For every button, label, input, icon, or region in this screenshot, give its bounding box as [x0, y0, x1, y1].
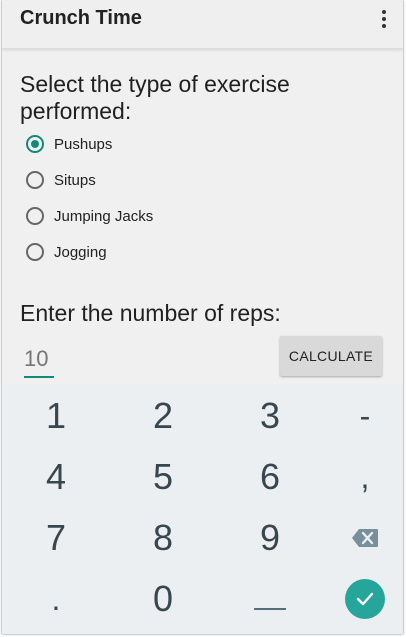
- key-comma[interactable]: ,: [315, 447, 403, 507]
- radio-label: Jogging: [54, 243, 107, 261]
- key-9[interactable]: 9: [220, 508, 320, 568]
- radio-option-jumping-jacks[interactable]: Jumping Jacks: [26, 201, 153, 231]
- key-6[interactable]: 6: [220, 447, 320, 507]
- reps-input[interactable]: [24, 342, 54, 378]
- radio-label: Jumping Jacks: [54, 207, 154, 225]
- app-bar: Crunch Time: [2, 0, 403, 49]
- backspace-key[interactable]: [315, 508, 403, 568]
- radio-label: Situps: [54, 171, 96, 189]
- reps-prompt: Enter the number of reps:: [20, 300, 281, 326]
- space-bar-icon: [254, 608, 286, 610]
- overflow-menu-icon[interactable]: [381, 10, 387, 34]
- key-0[interactable]: 0: [113, 569, 213, 629]
- key-5[interactable]: 5: [113, 447, 213, 507]
- key-2[interactable]: 2: [113, 386, 213, 446]
- key-3[interactable]: 3: [220, 386, 320, 446]
- key-4[interactable]: 4: [6, 447, 106, 507]
- radio-button[interactable]: [26, 207, 44, 225]
- key-8[interactable]: 8: [113, 508, 213, 568]
- radio-label: Pushups: [54, 135, 113, 153]
- app-title: Crunch Time: [20, 7, 142, 29]
- key-7[interactable]: 7: [6, 508, 106, 568]
- space-key[interactable]: [220, 569, 320, 629]
- key-1[interactable]: 1: [6, 386, 106, 446]
- key-minus[interactable]: -: [315, 386, 403, 446]
- exercise-prompt: Select the type of exercise performed:: [20, 71, 290, 124]
- app-window: Crunch Time Select the type of exercise …: [2, 0, 403, 634]
- numeric-keypad: 1 2 3 - 4 5 6 , 7 8 9 . 0: [2, 384, 403, 634]
- radio-option-situps[interactable]: Situps: [26, 165, 96, 195]
- radio-option-pushups[interactable]: Pushups: [26, 129, 112, 159]
- backspace-icon: [352, 529, 378, 547]
- done-check-icon[interactable]: [345, 579, 385, 619]
- done-key[interactable]: [315, 569, 403, 629]
- key-decimal[interactable]: .: [6, 569, 106, 629]
- radio-button[interactable]: [26, 171, 44, 189]
- calculate-button[interactable]: CALCULATE: [280, 336, 382, 376]
- radio-option-jogging[interactable]: Jogging: [26, 237, 107, 267]
- radio-button-checked[interactable]: [26, 135, 44, 153]
- radio-button[interactable]: [26, 243, 44, 261]
